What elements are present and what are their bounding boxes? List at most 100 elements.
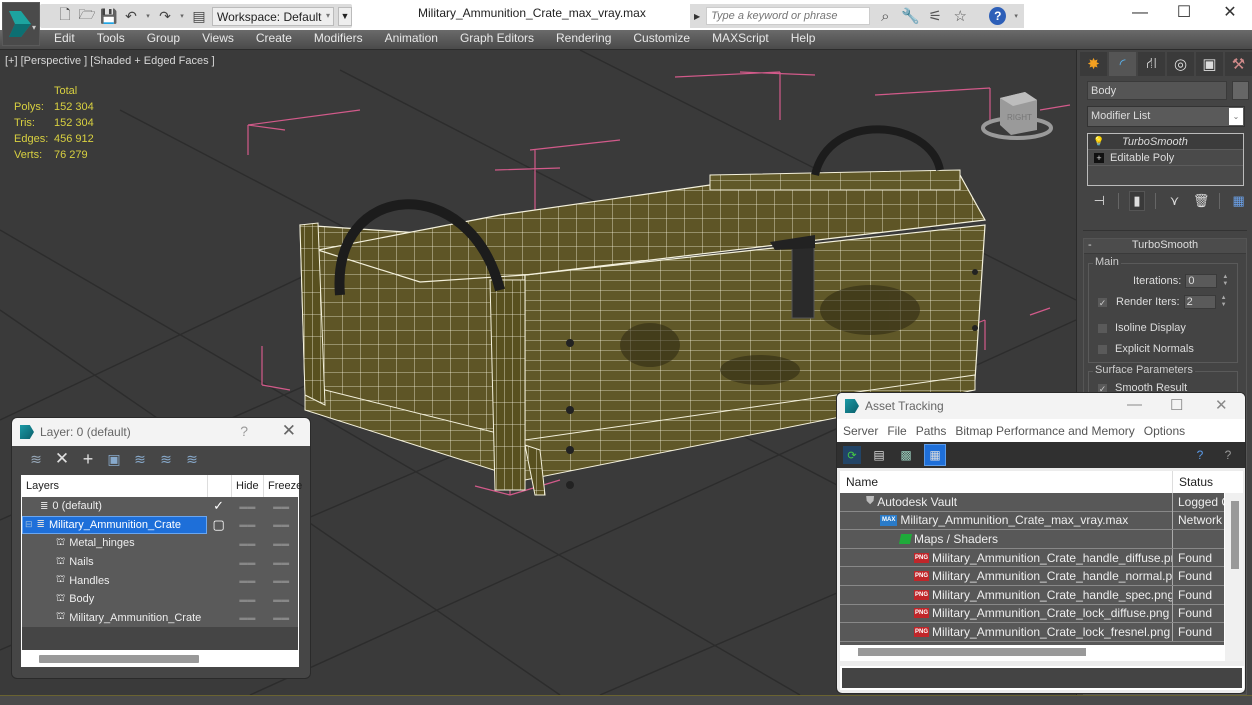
asset-row[interactable]: Maps / Shaders: [840, 529, 1224, 549]
save-icon[interactable]: 💾: [100, 7, 118, 25]
object-color-swatch[interactable]: [1232, 81, 1249, 100]
highlight-layer-icon[interactable]: ≋: [156, 449, 176, 469]
select-objects-icon[interactable]: ▣: [104, 449, 124, 469]
project-folder-icon[interactable]: ▤: [190, 7, 208, 25]
application-menu-button[interactable]: ▾: [2, 2, 40, 46]
freeze-toggle[interactable]: ▬▬: [264, 595, 298, 604]
layer-settings-icon[interactable]: ≋: [182, 449, 202, 469]
minimize-icon[interactable]: —: [1127, 396, 1142, 413]
freeze-toggle[interactable]: ▬▬: [264, 520, 298, 529]
object-row[interactable]: ⛫ Military_Ammunition_Crate ▬▬ ▬▬: [22, 609, 298, 628]
remove-modifier-icon[interactable]: 🗑: [1193, 193, 1210, 209]
object-row[interactable]: ⛫ Handles ▬▬ ▬▬: [22, 571, 298, 590]
asset-row[interactable]: PNG Military_Ammunition_Crate_lock_fresne…: [840, 622, 1224, 642]
vault-help-icon[interactable]: ?: [1219, 446, 1237, 464]
workspace-select[interactable]: Workspace: Default ▾: [212, 6, 334, 26]
menu-animation[interactable]: Animation: [374, 30, 449, 49]
isoline-display-checkbox[interactable]: [1097, 322, 1108, 334]
tab-motion[interactable]: ◎: [1167, 52, 1194, 76]
render-iters-checkbox[interactable]: ✓: [1097, 296, 1108, 308]
stack-item-editable-poly[interactable]: + Editable Poly: [1088, 150, 1243, 166]
menu-edit[interactable]: Edit: [43, 30, 86, 49]
maximize-button[interactable]: ☐: [1164, 4, 1204, 24]
help-icon[interactable]: ?: [989, 7, 1007, 25]
tab-display[interactable]: ▣: [1196, 52, 1223, 76]
horizontal-scrollbar[interactable]: [39, 655, 199, 663]
expand-search-icon[interactable]: ▶: [694, 12, 700, 21]
help-dropdown-icon[interactable]: ▾: [1012, 12, 1020, 20]
table-view-icon[interactable]: ▦: [924, 444, 946, 466]
undo-icon[interactable]: ↶: [122, 7, 140, 25]
open-file-icon[interactable]: 🗁: [78, 6, 96, 25]
configure-modifier-sets-icon[interactable]: ▦: [1230, 193, 1247, 209]
column-hide[interactable]: Hide: [231, 475, 263, 497]
tab-modify[interactable]: ◜: [1109, 52, 1136, 76]
iterations-spinner[interactable]: ▲ ▼: [1220, 274, 1230, 288]
menu-graph-editors[interactable]: Graph Editors: [449, 30, 545, 49]
list-view-icon[interactable]: ▤: [870, 446, 888, 464]
menu-tools[interactable]: Tools: [86, 30, 136, 49]
layer-row[interactable]: ⊟ ≣ Military_Ammunition_Crate ▢ ▬▬ ▬▬: [22, 515, 298, 535]
close-button[interactable]: ✕: [1210, 4, 1250, 24]
iterations-input[interactable]: [1185, 274, 1218, 288]
menu-maxscript[interactable]: MAXScript: [701, 30, 780, 49]
add-to-layer-icon[interactable]: +: [78, 449, 98, 469]
explicit-normals-checkbox[interactable]: [1097, 343, 1108, 355]
object-name-field[interactable]: [1087, 81, 1227, 100]
active-layer-check[interactable]: ▢: [207, 517, 231, 533]
asset-row[interactable]: PNG Military_Ammunition_Crate_lock_diffus…: [840, 604, 1224, 624]
asset-row[interactable]: MAX Military_Ammunition_Crate_max_vray.ma…: [840, 511, 1224, 531]
horizontal-scrollbar[interactable]: [858, 648, 1086, 656]
object-row[interactable]: ⛫ Body ▬▬ ▬▬: [22, 590, 298, 609]
refresh-icon[interactable]: ⟳: [843, 446, 861, 464]
delete-icon[interactable]: ✕: [52, 449, 72, 469]
close-icon[interactable]: ✕: [282, 421, 296, 441]
column-active[interactable]: [207, 475, 231, 497]
asset-row[interactable]: ⛊Autodesk Vault Logged Out: [840, 493, 1224, 512]
menu-help[interactable]: Help: [780, 30, 827, 49]
lightbulb-icon[interactable]: 💡: [1093, 136, 1104, 147]
thumbnail-view-icon[interactable]: ▩: [897, 446, 915, 464]
stack-item-turbosmooth[interactable]: 💡 TurboSmooth: [1088, 134, 1243, 150]
hide-toggle[interactable]: ▬▬: [231, 613, 265, 622]
binoculars-icon[interactable]: ⌕: [876, 8, 895, 25]
tab-hierarchy[interactable]: ⛙: [1138, 52, 1165, 76]
hide-toggle[interactable]: ▬▬: [231, 576, 265, 585]
dialog-title-bar[interactable]: Layer: 0 (default) ? ✕: [12, 418, 310, 446]
column-status[interactable]: Status: [1172, 471, 1228, 493]
help-icon[interactable]: ?: [1191, 446, 1209, 464]
freeze-toggle[interactable]: ▬▬: [264, 502, 298, 511]
vertical-scrollbar[interactable]: [1231, 501, 1239, 569]
menu-file[interactable]: File: [887, 424, 906, 438]
search-input[interactable]: [706, 7, 870, 25]
satellite-icon[interactable]: ⚟: [926, 7, 945, 25]
modifier-list-dropdown[interactable]: Modifier List ⌄: [1087, 106, 1245, 127]
expand-plus-icon[interactable]: +: [1094, 152, 1104, 163]
column-layers[interactable]: Layers: [21, 480, 207, 492]
menu-modifiers[interactable]: Modifiers: [303, 30, 374, 49]
object-row[interactable]: ⛫ Metal_hinges ▬▬ ▬▬: [22, 534, 298, 553]
tab-utilities[interactable]: ⚒: [1225, 52, 1252, 76]
select-layer-icon[interactable]: ≋: [130, 449, 150, 469]
dialog-title-bar[interactable]: Asset Tracking — ☐ ✕: [837, 393, 1245, 419]
hide-toggle[interactable]: ▬▬: [231, 520, 265, 529]
rollout-header[interactable]: - TurboSmooth: [1084, 239, 1246, 254]
pin-stack-icon[interactable]: ⊣: [1091, 193, 1108, 209]
maximize-icon[interactable]: ☐: [1170, 396, 1183, 414]
close-icon[interactable]: ✕: [1215, 396, 1228, 414]
new-file-icon[interactable]: 🗋: [56, 6, 74, 25]
menu-server[interactable]: Server: [843, 424, 878, 438]
menu-customize[interactable]: Customize: [622, 30, 701, 49]
hide-toggle[interactable]: ▬▬: [231, 595, 265, 604]
render-iters-input[interactable]: [1183, 295, 1216, 309]
freeze-toggle[interactable]: ▬▬: [264, 613, 298, 622]
undo-dropdown-icon[interactable]: ▾: [144, 12, 152, 20]
asset-row[interactable]: PNG Military_Ammunition_Crate_handle_diff…: [840, 548, 1224, 568]
column-name[interactable]: Name: [840, 475, 1172, 489]
wrench-icon[interactable]: 🔧: [901, 7, 920, 25]
menu-create[interactable]: Create: [245, 30, 303, 49]
make-unique-icon[interactable]: ⋎: [1166, 193, 1183, 209]
freeze-toggle[interactable]: ▬▬: [264, 539, 298, 548]
column-freeze[interactable]: Freeze: [263, 475, 302, 497]
object-row[interactable]: ⛫ Nails ▬▬ ▬▬: [22, 553, 298, 572]
